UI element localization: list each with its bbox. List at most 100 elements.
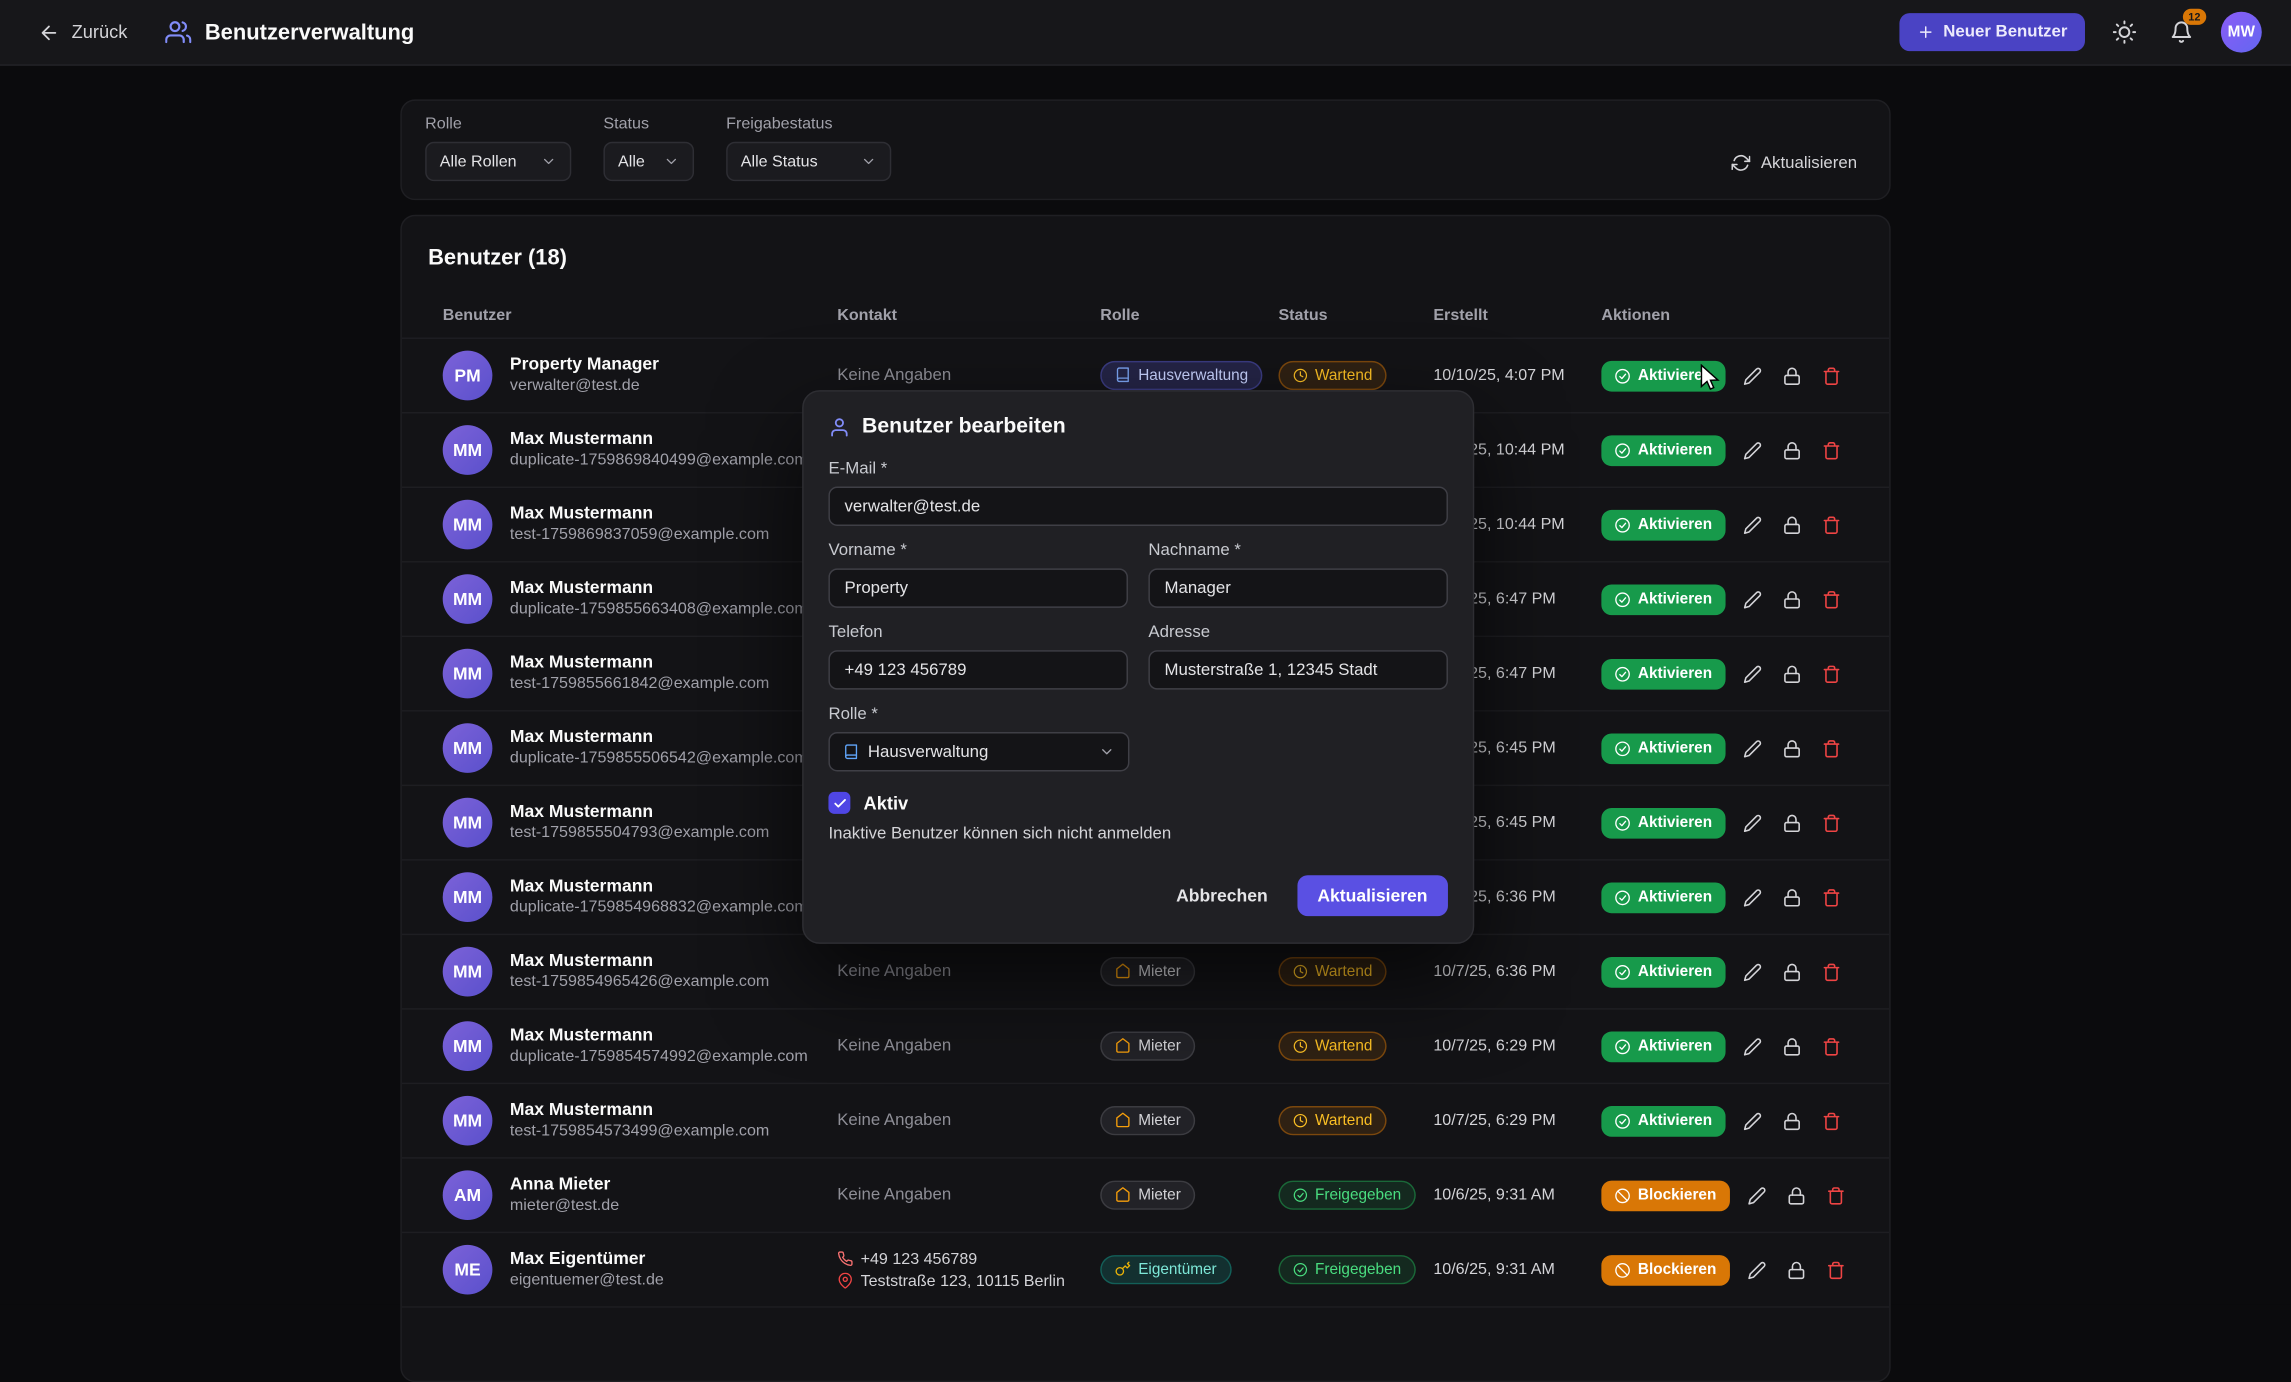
check-circle-icon [1293,1262,1308,1277]
lock-button[interactable] [1779,736,1804,761]
delete-button[interactable] [1819,438,1844,463]
lock-button[interactable] [1779,587,1804,612]
col-header-aktionen: Aktionen [1601,307,1868,325]
edit-button[interactable] [1740,810,1765,835]
trash-icon [1822,1037,1841,1056]
new-user-button[interactable]: Neuer Benutzer [1899,13,2085,51]
edit-button[interactable] [1740,363,1765,388]
new-user-label: Neuer Benutzer [1943,23,2067,41]
trash-icon [1826,1186,1845,1205]
delete-button[interactable] [1819,810,1844,835]
approval-filter-select[interactable]: Alle Status [726,142,891,181]
block-button[interactable]: Blockieren [1601,1180,1729,1211]
notifications-button[interactable]: 12 [2164,15,2199,50]
edit-button[interactable] [1740,438,1765,463]
lock-button[interactable] [1779,959,1804,984]
activate-button[interactable]: Aktivieren [1601,435,1725,466]
active-hint: Inaktive Benutzer können sich nicht anme… [828,826,1448,844]
last-name-field[interactable] [1148,568,1448,607]
action-label: Aktivieren [1638,665,1712,683]
edit-button[interactable] [1740,1108,1765,1133]
col-header-erstellt: Erstellt [1433,307,1601,325]
lock-button[interactable] [1784,1257,1809,1282]
back-button[interactable]: Zurück [29,15,136,49]
delete-button[interactable] [1819,661,1844,686]
edit-button[interactable] [1744,1183,1769,1208]
table-row: MMMax Mustermanntest-1759854573499@examp… [402,1083,1889,1158]
active-checkbox[interactable] [828,792,850,814]
refresh-label: Aktualisieren [1761,154,1857,172]
status-badge: Freigegeben [1278,1181,1415,1210]
edit-button[interactable] [1740,587,1765,612]
delete-button[interactable] [1819,1108,1844,1133]
activate-button[interactable]: Aktivieren [1601,584,1725,615]
delete-button[interactable] [1819,736,1844,761]
contact-cell: Keine Angaben [837,1112,1100,1130]
activate-button[interactable]: Aktivieren [1601,658,1725,689]
phone-field[interactable] [828,650,1128,689]
lock-button[interactable] [1784,1183,1809,1208]
role-label: Eigentümer [1138,1261,1216,1279]
edit-button[interactable] [1744,1257,1769,1282]
edit-button[interactable] [1740,1034,1765,1059]
book-icon [843,744,859,760]
delete-button[interactable] [1819,512,1844,537]
lock-button[interactable] [1779,810,1804,835]
update-button[interactable]: Aktualisieren [1297,875,1448,916]
email-field[interactable] [828,487,1448,526]
lock-button[interactable] [1779,512,1804,537]
delete-button[interactable] [1819,959,1844,984]
user-avatar[interactable]: MW [2221,12,2262,53]
filter-role: Rolle Alle Rollen [425,115,571,181]
status-filter-select[interactable]: Alle [603,142,694,181]
user-name: Max Mustermann [510,429,808,451]
delete-button[interactable] [1819,885,1844,910]
delete-button[interactable] [1823,1183,1848,1208]
user-email: eigentuemer@test.de [510,1270,664,1291]
cancel-button[interactable]: Abbrechen [1159,875,1286,916]
activate-button[interactable]: Aktivieren [1601,509,1725,540]
refresh-button[interactable]: Aktualisieren [1723,152,1866,174]
delete-button[interactable] [1823,1257,1848,1282]
block-button[interactable]: Blockieren [1601,1254,1729,1285]
lock-icon [1782,888,1801,907]
lock-button[interactable] [1779,438,1804,463]
activate-button[interactable]: Aktivieren [1601,1031,1725,1062]
activate-button[interactable]: Aktivieren [1601,733,1725,764]
edit-button[interactable] [1740,512,1765,537]
edit-button[interactable] [1740,959,1765,984]
role-filter-value: Alle Rollen [440,153,517,171]
created-cell: 10/6/25, 9:31 AM [1433,1186,1601,1204]
activate-button[interactable]: Aktivieren [1601,807,1725,838]
pencil-icon [1743,664,1762,683]
theme-toggle-button[interactable] [2107,15,2142,50]
delete-button[interactable] [1819,1034,1844,1059]
activate-button[interactable]: Aktivieren [1601,956,1725,987]
delete-button[interactable] [1819,587,1844,612]
activate-button[interactable]: Aktivieren [1601,1105,1725,1136]
address-field[interactable] [1148,650,1448,689]
back-label: Zurück [72,22,128,42]
edit-button[interactable] [1740,661,1765,686]
role-filter-select[interactable]: Alle Rollen [425,142,571,181]
lock-button[interactable] [1779,1108,1804,1133]
lock-button[interactable] [1779,363,1804,388]
col-header-rolle: Rolle [1100,307,1278,325]
first-name-field[interactable] [828,568,1128,607]
edit-button[interactable] [1740,736,1765,761]
check-circle-icon [1615,1113,1631,1129]
ban-icon [1615,1262,1631,1278]
trash-icon [1826,1260,1845,1279]
edit-button[interactable] [1740,885,1765,910]
clock-icon [1293,964,1308,979]
check-circle-icon [1615,516,1631,532]
lock-button[interactable] [1779,1034,1804,1059]
action-label: Aktivieren [1638,814,1712,832]
role-select[interactable]: Hausverwaltung [828,732,1129,771]
col-header-benutzer: Benutzer [443,307,837,325]
lock-button[interactable] [1779,661,1804,686]
delete-button[interactable] [1819,363,1844,388]
activate-button[interactable]: Aktivieren [1601,882,1725,913]
pencil-icon [1743,590,1762,609]
lock-button[interactable] [1779,885,1804,910]
